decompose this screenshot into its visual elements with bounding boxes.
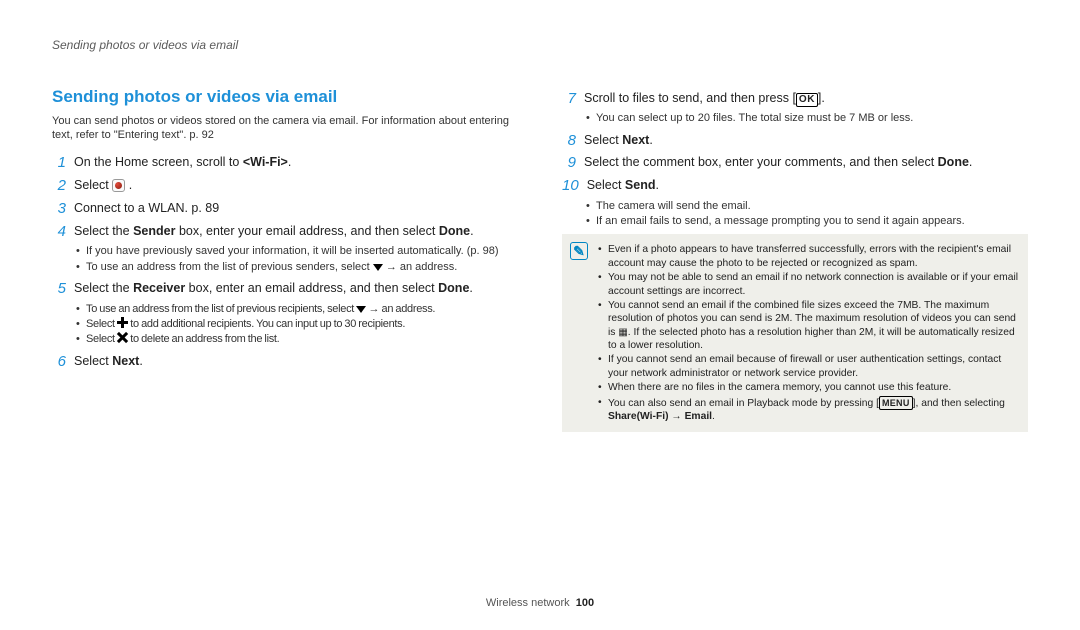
step-9: 9 Select the comment box, enter your com… (562, 154, 1028, 173)
step-number: 6 (52, 353, 66, 372)
note-item: You may not be able to send an email if … (598, 271, 1018, 298)
plus-icon (117, 317, 128, 328)
bullet: Select to delete an address from the lis… (76, 332, 518, 346)
step-number: 1 (52, 154, 66, 173)
step-number: 4 (52, 223, 66, 242)
step-5: 5 Select the Receiver box, enter an emai… (52, 280, 518, 299)
note-item: You cannot send an email if the combined… (598, 299, 1018, 353)
section-heading: Sending photos or videos via email (52, 86, 518, 108)
step-text: Select Next. (74, 353, 518, 372)
step-number: 8 (562, 132, 576, 151)
step-number: 7 (562, 90, 576, 109)
step-4: 4 Select the Sender box, enter your emai… (52, 223, 518, 242)
step-7: 7 Scroll to files to send, and then pres… (562, 90, 1028, 109)
step-text: Select Send. (587, 177, 1028, 196)
page-footer: Wireless network 100 (52, 588, 1028, 610)
bullet: The camera will send the email. (586, 199, 1028, 213)
down-arrow-icon (356, 306, 366, 313)
menu-button-icon: MENU (879, 396, 913, 410)
section-intro: You can send photos or videos stored on … (52, 114, 518, 143)
step-3: 3 Connect to a WLAN. p. 89 (52, 200, 518, 219)
step-text: Scroll to files to send, and then press … (584, 90, 1028, 109)
step-number: 5 (52, 280, 66, 299)
step-2: 2 Select . (52, 177, 518, 196)
x-icon (117, 332, 128, 343)
footer-label: Wireless network (486, 597, 570, 609)
email-app-icon (112, 179, 125, 192)
note-item: Even if a photo appears to have transfer… (598, 243, 1018, 270)
step-text: On the Home screen, scroll to <Wi-Fi>. (74, 154, 518, 173)
video-res-icon: ▦ (618, 326, 627, 339)
note-item: If you cannot send an email because of f… (598, 353, 1018, 380)
step-number: 3 (52, 200, 66, 219)
bullet: If an email fails to send, a message pro… (586, 214, 1028, 228)
right-column: 7 Scroll to files to send, and then pres… (562, 86, 1028, 588)
manual-page: Sending photos or videos via email Sendi… (0, 0, 1080, 630)
note-item: When there are no files in the camera me… (598, 381, 1018, 394)
step-10-sublist: The camera will send the email. If an em… (562, 199, 1028, 229)
bullet: You can select up to 20 files. The total… (586, 111, 1028, 125)
bullet: Select to add additional recipients. You… (76, 317, 518, 331)
step-8: 8 Select Next. (562, 132, 1028, 151)
bullet: If you have previously saved your inform… (76, 244, 518, 258)
note-icon: ✎ (570, 242, 588, 260)
bullet: To use an address from the list of previ… (76, 302, 518, 316)
down-arrow-icon (373, 264, 383, 271)
page-number: 100 (576, 597, 594, 609)
step-text: Select Next. (584, 132, 1028, 151)
note-list: Even if a photo appears to have transfer… (598, 243, 1018, 423)
two-column-layout: Sending photos or videos via email You c… (52, 86, 1028, 588)
note-item: You can also send an email in Playback m… (598, 396, 1018, 424)
step-number: 10 (562, 177, 579, 196)
step-number: 9 (562, 154, 576, 173)
step-text: Connect to a WLAN. p. 89 (74, 200, 518, 219)
step-text: Select the Receiver box, enter an email … (74, 280, 518, 299)
left-column: Sending photos or videos via email You c… (52, 86, 518, 588)
step-7-sublist: You can select up to 20 files. The total… (562, 111, 1028, 125)
ok-button-icon: OK (796, 93, 818, 107)
step-6: 6 Select Next. (52, 353, 518, 372)
step-1: 1 On the Home screen, scroll to <Wi-Fi>. (52, 154, 518, 173)
note-box: ✎ Even if a photo appears to have transf… (562, 234, 1028, 432)
step-4-sublist: If you have previously saved your inform… (52, 244, 518, 274)
step-10: 10 Select Send. (562, 177, 1028, 196)
bullet: To use an address from the list of previ… (76, 260, 518, 274)
step-text: Select the comment box, enter your comme… (584, 154, 1028, 173)
step-text: Select the Sender box, enter your email … (74, 223, 518, 242)
running-head: Sending photos or videos via email (52, 38, 1028, 54)
step-number: 2 (52, 177, 66, 196)
step-5-sublist: To use an address from the list of previ… (52, 302, 518, 347)
step-text: Select . (74, 177, 518, 196)
